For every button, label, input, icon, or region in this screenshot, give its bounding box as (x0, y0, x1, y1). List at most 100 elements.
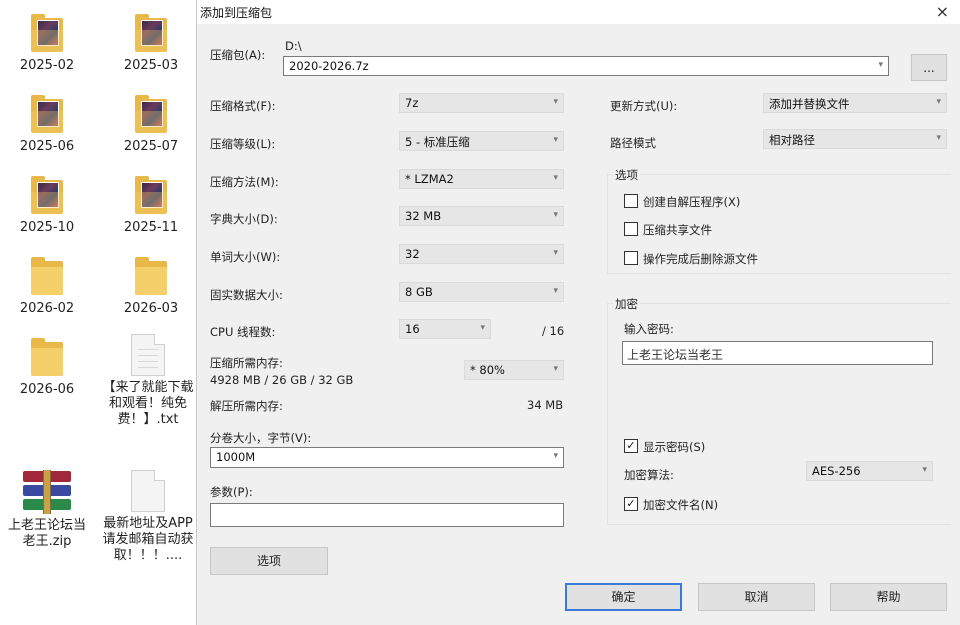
folder-2025-02[interactable]: 2025-02 (2, 14, 92, 74)
archive-path: D:\ (285, 39, 302, 53)
level-select[interactable]: 5 - 标准压缩 ▾ (399, 131, 564, 151)
threads-label: CPU 线程数: (210, 325, 276, 339)
params-input[interactable] (210, 503, 564, 527)
split-label: 分卷大小，字节(V): (210, 431, 312, 445)
folder-icon (29, 95, 65, 135)
show-password-checkbox[interactable]: ✓ (624, 439, 638, 453)
chevron-down-icon: ▾ (922, 465, 927, 475)
format-label: 压缩格式(F): (210, 99, 276, 113)
cancel-button[interactable]: 取消 (698, 583, 815, 611)
algo-value: AES-256 (812, 464, 861, 478)
chevron-down-icon: ▾ (553, 286, 558, 296)
params-label: 参数(P): (210, 485, 253, 499)
archive-name-combo[interactable]: 2020-2026.7z ▾ (283, 56, 889, 76)
mem-decompress-value: 34 MB (527, 398, 564, 412)
browse-button[interactable]: ... (911, 54, 947, 81)
sfx-checkbox[interactable] (624, 194, 638, 208)
file-doc[interactable]: 最新地址及APP请发邮箱自动获取！！！.... (100, 470, 196, 564)
folder-2025-10[interactable]: 2025-10 (2, 176, 92, 236)
file-zip[interactable]: 上老王论坛当老王.zip (2, 470, 92, 550)
folder-2026-02[interactable]: 2026-02 (2, 257, 92, 317)
folder-icon (133, 95, 169, 135)
method-select[interactable]: * LZMA2 ▾ (399, 169, 564, 189)
folder-2026-03[interactable]: 2026-03 (106, 257, 196, 317)
solid-select[interactable]: 8 GB ▾ (399, 282, 564, 302)
help-button[interactable]: 帮助 (830, 583, 947, 611)
folder-icon (29, 257, 65, 297)
folder-icon (29, 14, 65, 54)
archive-label: 压缩包(A): (210, 48, 266, 62)
mem-compress-label: 压缩所需内存: (210, 356, 283, 370)
password-label: 输入密码: (624, 322, 674, 336)
level-value: 5 - 标准压缩 (405, 135, 470, 149)
folder-label: 2026-06 (19, 382, 75, 397)
folder-label: 2025-07 (123, 139, 179, 154)
folder-2025-11[interactable]: 2025-11 (106, 176, 196, 236)
threads-select[interactable]: 16 ▾ (399, 319, 491, 339)
algo-label: 加密算法: (624, 468, 674, 482)
folder-label: 2026-03 (123, 301, 179, 316)
method-value: * LZMA2 (405, 172, 454, 186)
dict-label: 字典大小(D): (210, 212, 278, 226)
chevron-down-icon: ▾ (553, 364, 558, 374)
folder-2025-07[interactable]: 2025-07 (106, 95, 196, 155)
sfx-label: 创建自解压程序(X) (643, 195, 741, 209)
path-mode-select[interactable]: 相对路径 ▾ (763, 129, 947, 149)
folder-label: 2025-06 (19, 139, 75, 154)
word-select[interactable]: 32 ▾ (399, 244, 564, 264)
mem-compress-detail: 4928 MB / 26 GB / 32 GB (210, 373, 354, 387)
update-mode-select[interactable]: 添加并替换文件 ▾ (763, 93, 947, 113)
shared-files-checkbox[interactable] (624, 222, 638, 236)
text-file-icon (131, 334, 165, 376)
folder-icon (29, 338, 65, 378)
file-icon (131, 470, 165, 512)
format-select[interactable]: 7z ▾ (399, 93, 564, 113)
folder-label: 2025-02 (19, 58, 75, 73)
update-mode-value: 添加并替换文件 (769, 97, 850, 111)
encrypt-names-label: 加密文件名(N) (643, 498, 719, 512)
file-label: 上老王论坛当老王.zip (7, 518, 86, 549)
file-label: 【来了就能下载和观看！纯免费！】.txt (102, 380, 194, 427)
winrar-archive-icon (21, 470, 73, 514)
chevron-down-icon: ▾ (553, 135, 558, 145)
folder-2025-03[interactable]: 2025-03 (106, 14, 196, 74)
add-to-archive-dialog: 添加到压缩包 × 压缩包(A): D:\ 2020-2026.7z ▾ ... … (196, 0, 960, 625)
encrypt-names-checkbox[interactable]: ✓ (624, 497, 638, 511)
delete-after-checkbox[interactable] (624, 251, 638, 265)
mem-usage-value: * 80% (470, 363, 505, 377)
delete-after-label: 操作完成后删除源文件 (643, 252, 758, 266)
solid-label: 固实数据大小: (210, 288, 283, 302)
chevron-down-icon: ▾ (878, 60, 883, 70)
file-txt[interactable]: 【来了就能下载和观看！纯免费！】.txt (100, 334, 196, 428)
method-label: 压缩方法(M): (210, 175, 279, 189)
folder-2025-06[interactable]: 2025-06 (2, 95, 92, 155)
folder-icon (29, 176, 65, 216)
folder-label: 2026-02 (19, 301, 75, 316)
update-label: 更新方式(U): (610, 99, 678, 113)
folder-label: 2025-11 (123, 220, 179, 235)
threads-total: / 16 (542, 324, 565, 338)
mem-usage-select[interactable]: * 80% ▾ (464, 360, 564, 380)
title-bar: 添加到压缩包 × (197, 0, 960, 24)
level-label: 压缩等级(L): (210, 137, 276, 151)
options-button[interactable]: 选项 (210, 547, 328, 575)
threads-value: 16 (405, 322, 420, 336)
folder-icon (133, 14, 169, 54)
dict-value: 32 MB (405, 209, 442, 223)
ok-button[interactable]: 确定 (565, 583, 682, 611)
word-label: 单词大小(W): (210, 250, 281, 264)
chevron-down-icon: ▾ (553, 173, 558, 183)
close-icon[interactable]: × (936, 2, 949, 21)
chevron-down-icon: ▾ (936, 133, 941, 143)
algo-select[interactable]: AES-256 ▾ (806, 461, 933, 481)
chevron-down-icon: ▾ (553, 210, 558, 220)
chevron-down-icon: ▾ (553, 451, 558, 461)
folder-icon (133, 176, 169, 216)
password-input[interactable]: 上老王论坛当老王 (622, 341, 933, 365)
folder-icon (133, 257, 169, 297)
path-mode-value: 相对路径 (769, 133, 815, 147)
options-heading: 选项 (613, 167, 640, 183)
dict-select[interactable]: 32 MB ▾ (399, 206, 564, 226)
folder-2026-06[interactable]: 2026-06 (2, 338, 92, 398)
split-size-combo[interactable]: 1000M ▾ (210, 447, 564, 468)
